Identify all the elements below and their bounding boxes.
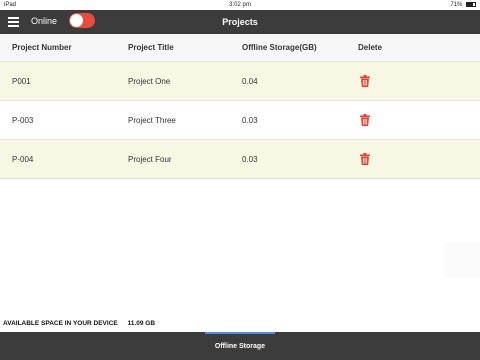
available-space-value: 11.09 GB bbox=[127, 320, 156, 327]
delete-button[interactable] bbox=[360, 62, 370, 100]
table-row[interactable]: P-003 Project Three 0.03 bbox=[0, 101, 480, 140]
project-number: P-004 bbox=[12, 154, 34, 164]
project-number: P-003 bbox=[12, 115, 34, 125]
project-storage: 0.03 bbox=[242, 154, 258, 164]
header-project-title: Project Title bbox=[128, 43, 174, 52]
active-tab-indicator bbox=[205, 332, 275, 334]
table-header: Project Number Project Title Offline Sto… bbox=[0, 34, 480, 62]
bottom-tab-bar: Offline Storage bbox=[0, 332, 480, 360]
header-offline-storage: Offline Storage(GB) bbox=[242, 43, 317, 52]
table-row[interactable]: P-004 Project Four 0.03 bbox=[0, 140, 480, 179]
header-project-number: Project Number bbox=[12, 43, 72, 52]
table-row[interactable]: P001 Project One 0.04 bbox=[0, 62, 480, 101]
trash-icon bbox=[360, 153, 370, 165]
battery-icon bbox=[466, 1, 476, 7]
project-storage: 0.04 bbox=[242, 76, 258, 86]
available-space-label: AVAILABLE SPACE IN YOUR DEVICE bbox=[3, 320, 118, 327]
trash-icon bbox=[360, 114, 370, 126]
project-storage: 0.03 bbox=[242, 115, 258, 125]
project-title: Project Four bbox=[128, 154, 172, 164]
project-title: Project One bbox=[128, 76, 171, 86]
projects-table: Project Number Project Title Offline Sto… bbox=[0, 34, 480, 179]
available-space: AVAILABLE SPACE IN YOUR DEVICE 11.09 GB bbox=[3, 320, 155, 327]
clock: 3:02 pm bbox=[229, 2, 251, 8]
nav-bar: Online Projects bbox=[0, 10, 480, 34]
page-title: Projects bbox=[222, 17, 258, 27]
status-bar: iPad 3:02 pm 71% bbox=[0, 0, 480, 10]
trash-icon bbox=[360, 75, 370, 87]
project-number: P001 bbox=[12, 76, 31, 86]
delete-button[interactable] bbox=[360, 140, 370, 178]
header-delete: Delete bbox=[358, 43, 383, 52]
project-title: Project Three bbox=[128, 115, 176, 125]
floating-action-button[interactable] bbox=[444, 242, 480, 278]
tab-offline-storage[interactable]: Offline Storage bbox=[0, 343, 480, 350]
delete-button[interactable] bbox=[360, 101, 370, 139]
